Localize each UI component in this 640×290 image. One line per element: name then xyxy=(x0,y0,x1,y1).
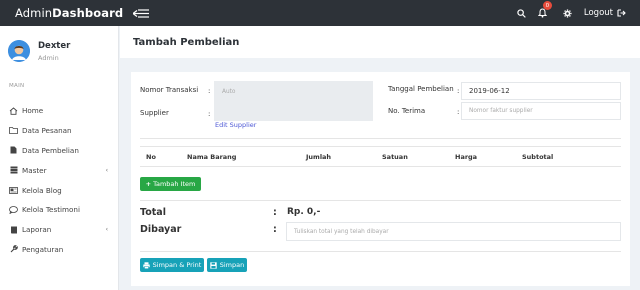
nomor-transaksi-placeholder: Auto xyxy=(222,88,236,95)
totals-divider xyxy=(140,200,621,201)
sidebar-item-label: Data Pembelian xyxy=(22,145,79,155)
form-divider xyxy=(140,138,621,139)
dibayar-colon: : xyxy=(273,224,277,235)
supplier-label: Supplier xyxy=(140,109,169,117)
file-icon xyxy=(9,146,18,155)
save-print-button[interactable]: Simpan & Print xyxy=(140,258,204,272)
gear-icon[interactable] xyxy=(563,8,572,18)
page-title: Tambah Pembelian xyxy=(133,36,240,48)
dibayar-placeholder: Tuliskan total yang telah dibayar xyxy=(294,228,389,235)
table-header-jumlah: Jumlah xyxy=(306,153,332,161)
save-label: Simpan xyxy=(219,261,245,269)
save-button[interactable]: Simpan xyxy=(207,258,247,272)
user-role: Admin xyxy=(38,53,59,62)
add-item-label: Tambah Item xyxy=(153,180,196,188)
supplier-colon: : xyxy=(208,110,211,118)
page-header: Tambah Pembelian xyxy=(120,26,640,58)
floppy-disk-icon xyxy=(210,261,217,269)
logout-label: Logout xyxy=(583,8,613,18)
edit-supplier-link[interactable]: Edit Supplier xyxy=(215,121,256,129)
nomor-transaksi-label: Nomor Transaksi xyxy=(140,86,199,94)
no-terima-input[interactable]: Nomor faktur supplier xyxy=(461,102,621,120)
sidebar-item-label: Master xyxy=(22,165,47,175)
dibayar-input[interactable]: Tuliskan total yang telah dibayar xyxy=(286,222,621,241)
sidebar-item-kelola-testimoni[interactable]: Kelola Testimoni xyxy=(0,200,118,220)
total-value: Rp. 0,- xyxy=(287,207,321,217)
dibayar-label: Dibayar xyxy=(140,224,182,235)
no-terima-label: No. Terima xyxy=(388,107,426,115)
print-icon xyxy=(142,261,150,269)
no-terima-colon: : xyxy=(457,108,460,116)
table-header-border xyxy=(140,166,621,167)
sidebar-item-label: Kelola Testimoni xyxy=(22,205,80,215)
sidebar-item-label: Data Pesanan xyxy=(22,126,72,136)
user-panel[interactable]: Dexter Admin xyxy=(0,26,118,62)
save-print-label: Simpan & Print xyxy=(152,261,202,269)
database-icon xyxy=(9,166,18,175)
chevron-left-icon: ‹ xyxy=(105,226,108,234)
notification-bell-icon[interactable]: 0 xyxy=(537,1,552,18)
add-item-button[interactable]: + Tambah Item xyxy=(140,177,201,191)
sidebar-item-label: Kelola Blog xyxy=(22,185,62,195)
user-name: Dexter xyxy=(38,40,71,51)
sidebar-nav: Home Data Pesanan Data Pembelian Master … xyxy=(0,101,118,259)
brand-bold: Dashboard xyxy=(52,6,124,20)
plus-icon: + xyxy=(145,180,152,188)
folder-icon xyxy=(9,126,18,135)
sidebar-item-home[interactable]: Home xyxy=(0,101,118,121)
tanggal-pembelian-input[interactable]: 2019-06-12 xyxy=(461,82,621,100)
sidebar-item-kelola-blog[interactable]: Kelola Blog xyxy=(0,180,118,200)
sidebar-item-laporan[interactable]: Laporan ‹ xyxy=(0,220,118,240)
sidebar-item-label: Laporan xyxy=(22,225,52,235)
tanggal-pembelian-value: 2019-06-12 xyxy=(469,87,510,95)
tanggal-pembelian-colon: : xyxy=(457,87,460,95)
notification-badge: 0 xyxy=(542,1,552,10)
sidebar-item-data-pembelian[interactable]: Data Pembelian xyxy=(0,141,118,161)
wrench-icon xyxy=(9,245,18,254)
no-terima-placeholder: Nomor faktur supplier xyxy=(469,108,533,114)
sidebar: Dexter Admin MAIN Home Data Pesanan Data… xyxy=(0,26,119,290)
table-header-nama-barang: Nama Barang xyxy=(187,153,237,161)
sign-out-icon xyxy=(617,9,626,17)
table-top-border xyxy=(140,146,621,147)
total-label: Total xyxy=(140,207,166,218)
table-header-subtotal: Subtotal xyxy=(522,153,554,161)
actions-divider xyxy=(140,251,621,252)
comment-icon xyxy=(9,205,18,214)
chevron-left-icon: ‹ xyxy=(105,166,108,174)
search-icon[interactable] xyxy=(517,8,526,18)
purchase-form-card: Nomor Transaksi : Auto Supplier : Edit S… xyxy=(131,72,630,286)
book-icon xyxy=(9,225,18,234)
newspaper-icon xyxy=(9,186,18,195)
home-icon xyxy=(9,106,18,115)
sidebar-item-master[interactable]: Master ‹ xyxy=(0,160,118,180)
table-header-satuan: Satuan xyxy=(382,153,408,161)
sidebar-item-label: Pengaturan xyxy=(22,244,64,254)
table-header-no: No xyxy=(146,153,156,161)
sidebar-section-label: MAIN xyxy=(9,83,25,89)
nomor-transaksi-colon: : xyxy=(208,87,211,95)
sidebar-item-data-pesanan[interactable]: Data Pesanan xyxy=(0,121,118,141)
nomor-transaksi-field[interactable]: Auto xyxy=(214,81,373,102)
brand-prefix: Admin xyxy=(15,6,53,20)
supplier-field[interactable] xyxy=(214,102,373,121)
brand-logo[interactable]: AdminDashboard xyxy=(15,6,123,20)
tanggal-pembelian-label: Tanggal Pembelian xyxy=(388,85,454,93)
top-navbar: AdminDashboard 0 Logout xyxy=(0,0,640,26)
sidebar-toggle-icon[interactable] xyxy=(133,8,150,18)
total-colon: : xyxy=(273,207,277,218)
sidebar-item-pengaturan[interactable]: Pengaturan xyxy=(0,240,118,260)
avatar xyxy=(8,40,30,62)
sidebar-item-label: Home xyxy=(22,106,44,116)
table-header-harga: Harga xyxy=(455,153,478,161)
logout-button[interactable]: Logout xyxy=(584,8,626,18)
